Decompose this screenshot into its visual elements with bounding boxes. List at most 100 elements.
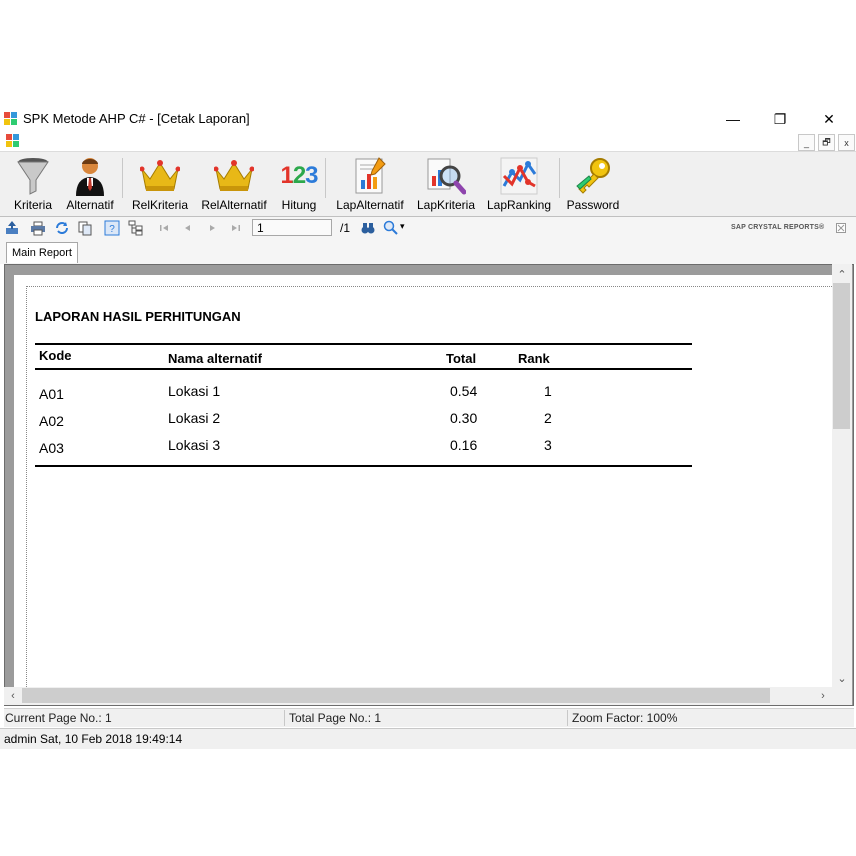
child-minimize-icon: _ [803,137,809,148]
menu-alternatif[interactable]: Alternatif [62,154,118,212]
table-row-kode: A02 [39,413,64,429]
crown-icon [214,160,254,191]
zoom-icon[interactable] [383,220,399,236]
report-title: LAPORAN HASIL PERHITUNGAN [35,309,241,324]
menu-hitung-label: Hitung [281,198,317,212]
last-page-icon[interactable] [228,220,244,236]
menu-relalternatif-label: RelAlternatif [201,198,267,212]
find-text-icon[interactable] [360,220,376,236]
table-row-rank: 1 [544,383,552,399]
total-page-status: Total Page No.: 1 [289,711,382,725]
table-row-nama: Lokasi 2 [168,410,221,426]
window-title: SPK Metode AHP C# - [Cetak Laporan] [23,111,250,126]
scroll-left-chevron-icon[interactable]: ‹ [5,688,21,704]
horizontal-scroll-thumb[interactable] [22,688,770,703]
zoom-factor-status: Zoom Factor: 100% [572,711,678,725]
table-row-rank: 3 [544,437,552,453]
table-row-total: 0.54 [450,383,478,399]
header-top-line [35,343,692,345]
tab-main-report[interactable]: Main Report [6,242,78,263]
line-chart-icon [500,157,538,195]
print-icon[interactable] [30,220,46,236]
app-icon [4,112,17,125]
menu-kriteria[interactable]: Kriteria [10,154,56,212]
column-header-rank: Rank [518,351,550,366]
restore-icon: ❐ [773,110,787,127]
child-close-button[interactable]: x [838,134,855,151]
next-page-icon[interactable] [204,220,220,236]
report-search-icon [427,158,466,195]
menu-kriteria-label: Kriteria [13,198,52,212]
child-window-icon [6,134,19,147]
report-statusbar [4,708,854,727]
table-row-kode: A03 [39,440,64,456]
column-header-total: Total [446,351,477,366]
minimize-icon: — [726,111,740,127]
tree-structure-icon[interactable] [128,220,144,236]
page-number-input[interactable]: 1 [252,219,332,236]
mdi-child-strip [0,132,856,151]
menu-hitung[interactable]: 123 Hitung [277,154,321,212]
column-header-nama: Nama alternatif [168,351,262,366]
menu-lapranking-label: LapRanking [486,198,552,212]
zoom-dropdown-chevron-icon[interactable]: ▾ [400,221,405,232]
previous-page-icon[interactable] [180,220,196,236]
menu-lapkriteria[interactable]: LapKriteria [413,154,479,212]
crown-icon [140,160,180,191]
menu-relkriteria[interactable]: RelKriteria [129,154,191,212]
close-icon: ✕ [823,110,835,127]
refresh-icon[interactable] [54,220,70,236]
svg-text:?: ? [109,224,115,235]
scroll-right-chevron-icon[interactable]: › [815,688,831,704]
table-row-total: 0.16 [450,437,478,453]
hitung-glyph: 123 [280,162,318,189]
toolbar-separator [122,158,123,198]
menu-lapranking[interactable]: LapRanking [486,154,552,212]
restore-button[interactable]: ❐ [757,106,803,132]
menu-relalternatif[interactable]: RelAlternatif [198,154,270,212]
report-tab-strip [0,240,856,264]
panel-toggle-icon[interactable] [836,223,846,233]
scroll-down-chevron-icon[interactable]: ⌄ [834,670,850,686]
status-divider [567,710,568,726]
table-row-nama: Lokasi 1 [168,383,221,399]
header-bottom-line [35,368,692,370]
menu-password[interactable]: Password [565,154,621,212]
first-page-icon[interactable] [156,220,172,236]
export-icon[interactable] [4,220,20,236]
minimize-button[interactable]: — [710,106,756,132]
menu-relkriteria-label: RelKriteria [131,198,188,212]
keys-icon [576,158,610,194]
menu-alternatif-label: Alternatif [66,198,114,212]
scroll-up-chevron-icon[interactable]: ⌃ [834,266,850,282]
column-header-kode: Kode [39,348,72,363]
table-row-kode: A01 [39,386,64,402]
table-row-rank: 2 [544,410,552,426]
numbers-123-icon: 123 [279,156,319,196]
user-session-status: admin Sat, 10 Feb 2018 19:49:14 [4,732,183,746]
toolbar-separator [559,158,560,198]
report-chart-icon [355,157,386,194]
vertical-scroll-thumb[interactable] [833,283,850,429]
user-icon [76,158,104,196]
funnel-icon [17,158,49,195]
menu-lapalternatif[interactable]: LapAlternatif [332,154,408,212]
table-row-nama: Lokasi 3 [168,437,221,453]
child-restore-button[interactable]: 🗗 [818,134,835,151]
child-restore-icon: 🗗 [822,136,831,147]
close-button[interactable]: ✕ [806,106,852,132]
crystal-reports-brand: SAP CRYSTAL REPORTS® [731,224,825,231]
table-row-total: 0.30 [450,410,478,426]
child-close-icon: x [844,137,849,148]
menu-lapkriteria-label: LapKriteria [416,198,476,212]
table-bottom-line [35,465,692,467]
menu-password-label: Password [566,198,620,212]
menu-lapalternatif-label: LapAlternatif [336,198,404,212]
toolbar-separator [325,158,326,198]
page-total-label: /1 [340,221,351,235]
copy-icon[interactable] [77,220,93,236]
toggle-group-tree-icon[interactable]: ? [104,220,120,236]
child-minimize-button[interactable]: _ [798,134,815,151]
report-page-margin [26,286,832,689]
current-page-status: Current Page No.: 1 [5,711,112,725]
